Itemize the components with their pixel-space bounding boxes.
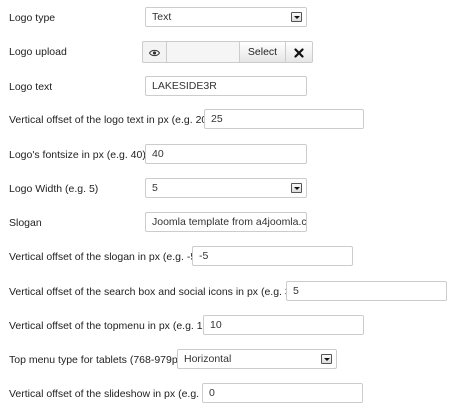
slideshow-offset-input[interactable]: 0 — [202, 383, 363, 403]
slogan-offset-input[interactable]: -5 — [192, 246, 353, 266]
slogan-offset-row: Vertical offset of the slogan in px (e.g… — [0, 246, 456, 268]
logo-upload-control: Select — [142, 41, 313, 63]
topmenu-offset-row: Vertical offset of the topmenu in px (e.… — [0, 315, 456, 337]
chevron-down-icon — [321, 354, 332, 364]
eye-icon[interactable] — [142, 41, 166, 63]
logo-type-select[interactable]: Text — [145, 7, 307, 27]
logo-fontsize-input[interactable]: 40 — [145, 144, 307, 164]
chevron-down-icon — [291, 183, 302, 193]
logo-text-offset-input[interactable]: 25 — [204, 109, 364, 129]
chevron-down-icon — [291, 12, 302, 22]
slideshow-offset-label: Vertical offset of the slideshow in px (… — [9, 388, 212, 400]
logo-width-label: Logo Width (e.g. 5) — [9, 183, 99, 195]
slideshow-offset-row: Vertical offset of the slideshow in px (… — [0, 383, 456, 405]
logo-text-offset-row: Vertical offset of the logo text in px (… — [0, 109, 456, 131]
logo-width-select[interactable]: 5 — [145, 178, 307, 198]
tablet-menu-type-row: Top menu type for tablets (768-979px) Ho… — [0, 349, 456, 371]
slogan-offset-label: Vertical offset of the slogan in px (e.g… — [9, 251, 200, 263]
topmenu-offset-input[interactable]: 10 — [203, 315, 364, 335]
search-offset-row: Vertical offset of the search box and so… — [0, 281, 456, 303]
logo-type-value: Text — [152, 11, 172, 23]
logo-text-offset-label: Vertical offset of the logo text in px (… — [9, 114, 211, 126]
logo-width-row: Logo Width (e.g. 5) 5 — [0, 178, 456, 200]
logo-upload-row: Logo upload Select — [0, 41, 456, 63]
logo-text-input[interactable]: LAKESIDE3R — [145, 76, 307, 96]
logo-text-label: Logo text — [9, 81, 53, 93]
select-button[interactable]: Select — [240, 41, 286, 63]
tablet-menu-type-select[interactable]: Horizontal — [177, 349, 337, 369]
tablet-menu-type-value: Horizontal — [184, 353, 232, 365]
clear-button[interactable] — [286, 41, 313, 63]
logo-type-row: Logo type Text — [0, 7, 456, 29]
slogan-label: Slogan — [9, 217, 42, 229]
logo-upload-path[interactable] — [166, 41, 240, 63]
close-icon — [294, 48, 304, 58]
tablet-menu-type-label: Top menu type for tablets (768-979px) — [9, 354, 187, 366]
search-offset-input[interactable]: 5 — [286, 281, 447, 301]
logo-text-row: Logo text LAKESIDE3R — [0, 76, 456, 98]
slogan-input[interactable]: Joomla template from a4joomla.con — [145, 212, 307, 232]
topmenu-offset-label: Vertical offset of the topmenu in px (e.… — [9, 320, 212, 332]
logo-fontsize-label: Logo's fontsize in px (e.g. 40) — [9, 149, 146, 161]
logo-upload-label: Logo upload — [9, 46, 67, 58]
logo-width-value: 5 — [152, 182, 158, 194]
logo-fontsize-row: Logo's fontsize in px (e.g. 40) 40 — [0, 144, 456, 166]
search-offset-label: Vertical offset of the search box and so… — [9, 286, 301, 298]
logo-type-label: Logo type — [9, 12, 56, 24]
slogan-row: Slogan Joomla template from a4joomla.con — [0, 212, 456, 234]
